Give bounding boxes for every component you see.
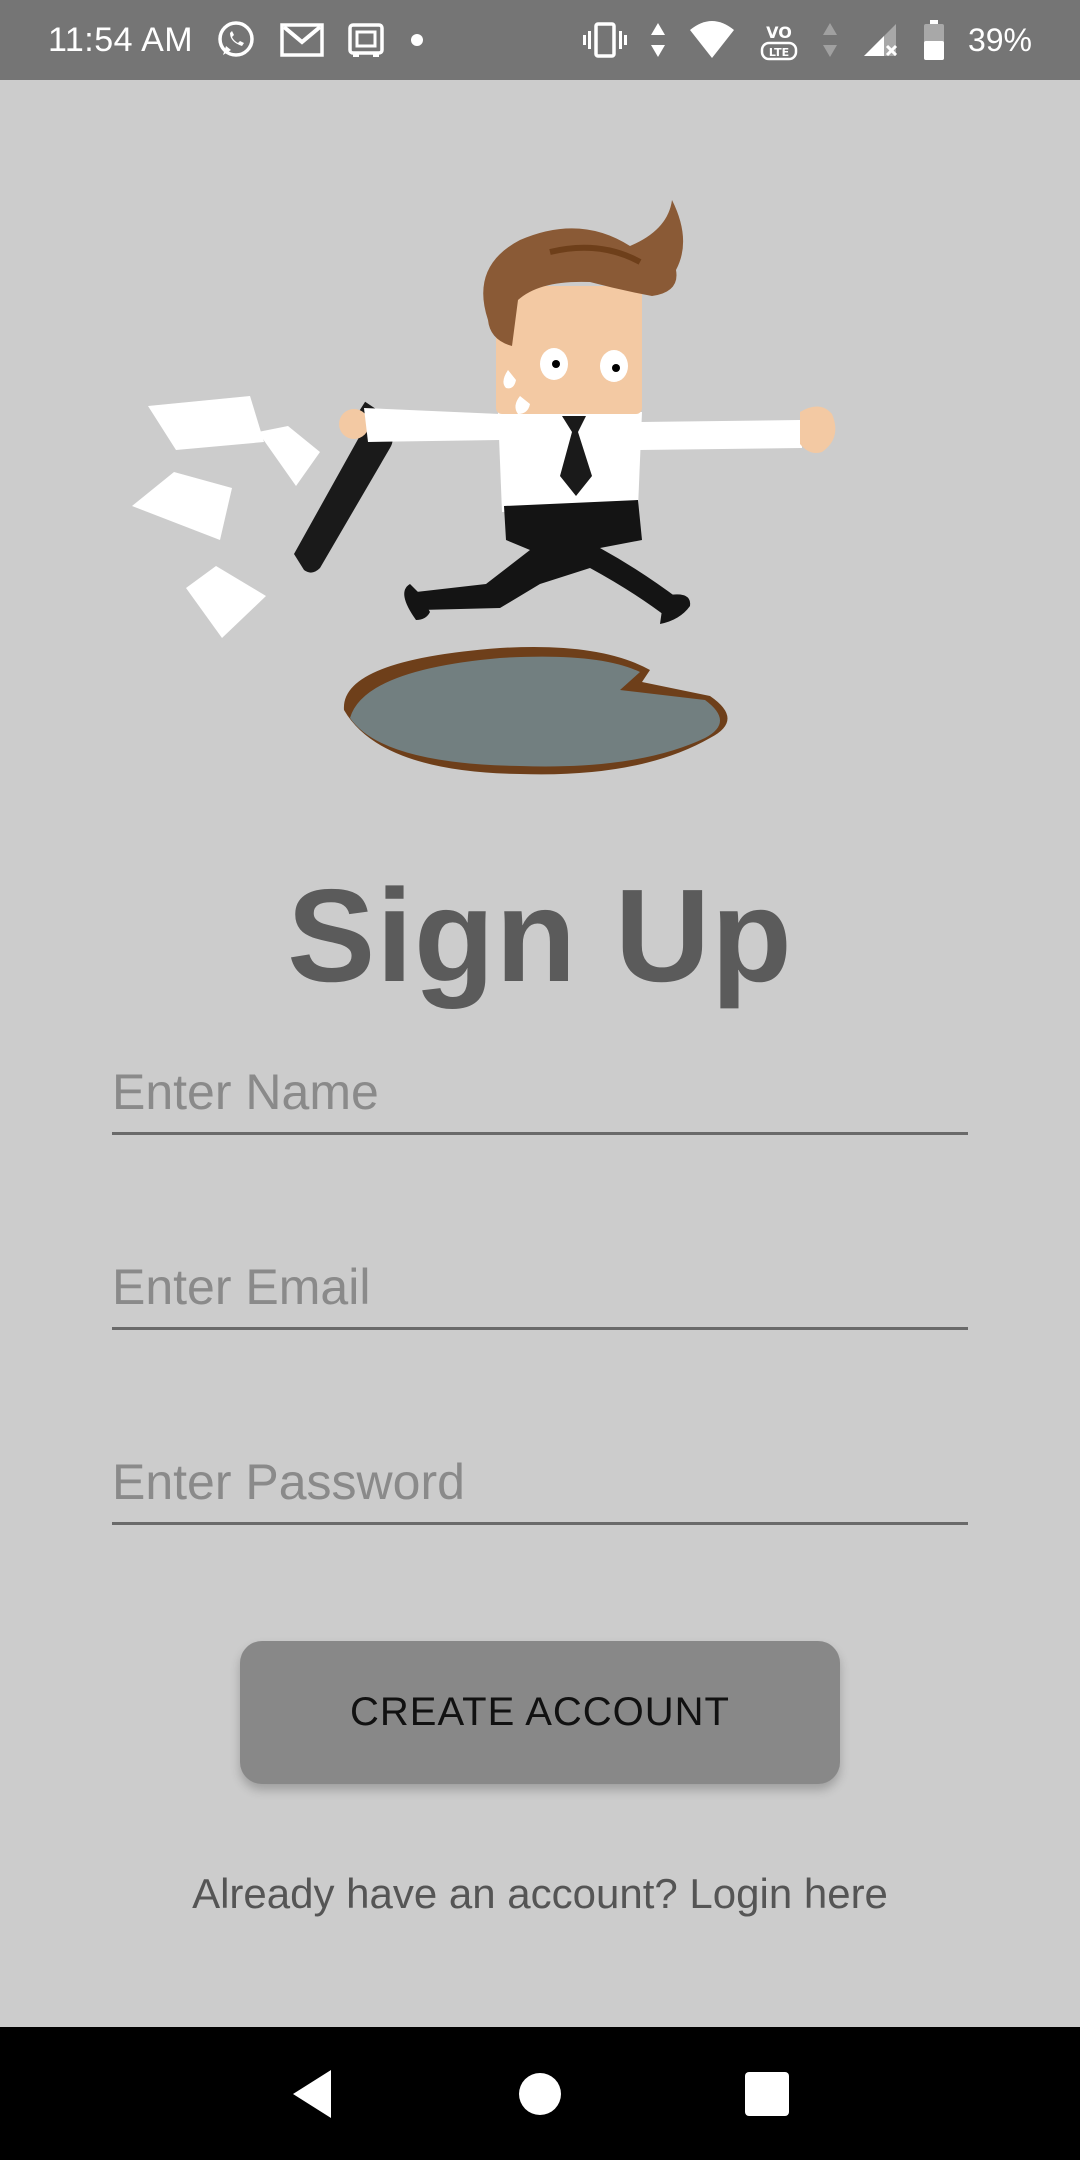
status-bar: 11:54 AM VO LTE 39%	[0, 0, 1080, 80]
email-field[interactable]: Enter Email	[112, 1235, 968, 1330]
dot-icon	[407, 30, 427, 50]
svg-text:LTE: LTE	[769, 46, 789, 59]
status-right: VO LTE 39%	[582, 18, 1032, 62]
sign-up-screen: 11:54 AM VO LTE 39% Sign Up Enter Name E…	[0, 0, 1080, 2160]
login-link[interactable]: Already have an account? Login here	[0, 1870, 1080, 1918]
page-title: Sign Up	[287, 862, 793, 1009]
wifi-icon	[688, 20, 736, 60]
name-placeholder: Enter Name	[112, 1064, 379, 1120]
battery-percentage: 39%	[967, 21, 1032, 58]
home-circle-icon	[518, 2072, 561, 2115]
password-field-underline	[112, 1522, 968, 1525]
email-field-underline	[112, 1327, 968, 1330]
status-time: 11:54 AM	[48, 20, 194, 59]
create-account-button[interactable]: CREATE ACCOUNT	[240, 1641, 840, 1784]
email-placeholder: Enter Email	[112, 1259, 371, 1315]
password-placeholder: Enter Password	[112, 1454, 465, 1510]
navigation-bar	[0, 2027, 1080, 2160]
puddle	[343, 646, 728, 775]
volte-icon: VO LTE	[758, 18, 800, 62]
signal-icon	[860, 20, 900, 60]
recents-square-icon	[744, 2071, 789, 2116]
flying-papers	[132, 396, 320, 638]
signal-arrows-icon	[822, 21, 838, 59]
data-arrows-icon	[650, 21, 666, 59]
vault-icon	[347, 21, 385, 59]
gmail-icon	[279, 21, 325, 59]
vibrate-icon	[582, 20, 628, 60]
status-left: 11:54 AM	[48, 19, 427, 61]
battery-icon	[922, 19, 946, 61]
back-triangle-icon	[293, 2069, 332, 2118]
whatsapp-icon	[215, 19, 257, 61]
password-field[interactable]: Enter Password	[112, 1430, 968, 1525]
running-businessman-illustration	[132, 200, 836, 775]
recents-button[interactable]	[732, 2059, 802, 2129]
name-field[interactable]: Enter Name	[112, 1040, 968, 1135]
home-button[interactable]	[505, 2059, 575, 2129]
name-field-underline	[112, 1132, 968, 1135]
back-button[interactable]	[278, 2059, 348, 2129]
svg-text:VO: VO	[766, 23, 792, 42]
